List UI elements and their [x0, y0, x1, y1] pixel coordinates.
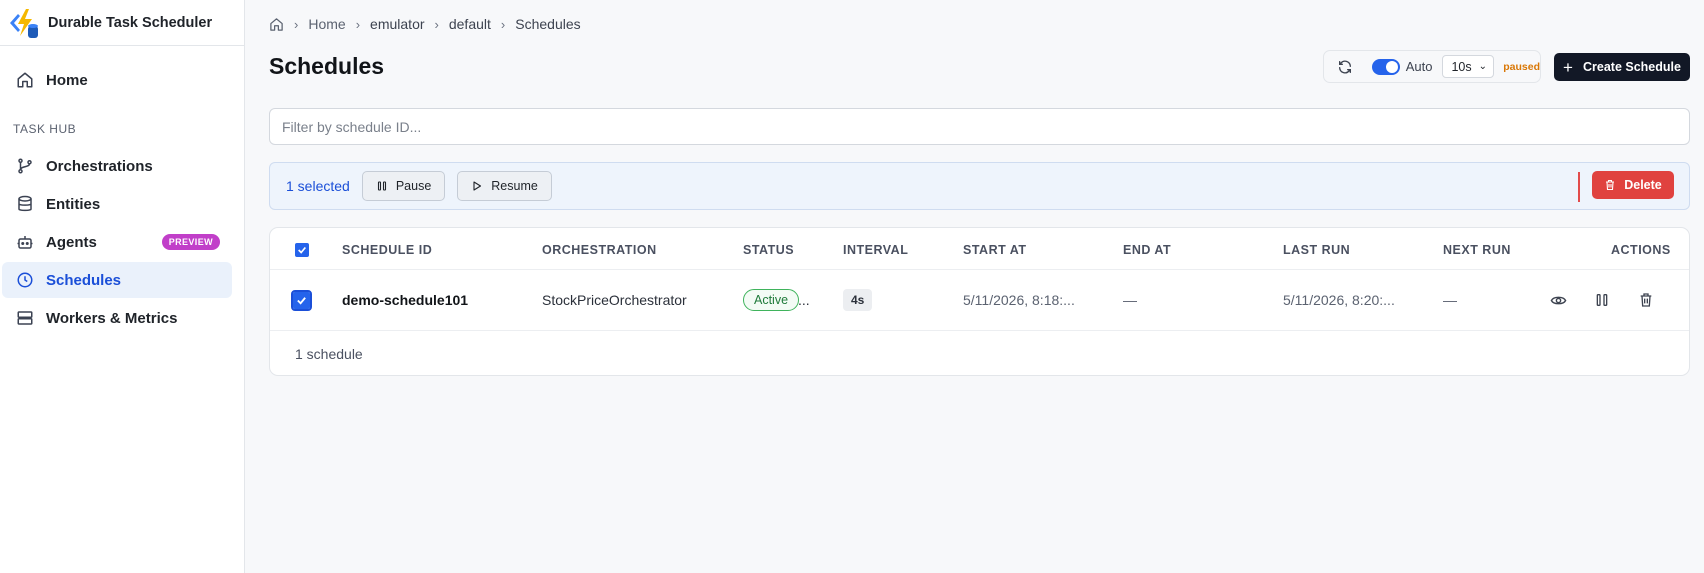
chevron-right-icon: › — [434, 16, 439, 32]
database-icon — [14, 193, 36, 215]
chevron-right-icon: › — [294, 16, 299, 32]
schedule-filter-input[interactable] — [269, 108, 1690, 145]
pause-button[interactable]: Pause — [361, 171, 446, 201]
eye-icon[interactable] — [1548, 290, 1568, 310]
table-header: SCHEDULE ID ORCHESTRATION STATUS INTERVA… — [270, 228, 1689, 270]
sidebar-item-label: Schedules — [46, 271, 122, 289]
page-title: Schedules — [269, 53, 385, 79]
selected-count: 1 selected — [286, 178, 350, 194]
sidebar: Durable Task Scheduler Home TASK HUB Orc… — [0, 0, 245, 573]
delete-label: Delete — [1624, 178, 1662, 192]
plus-icon: + — [1563, 57, 1573, 77]
branch-icon — [14, 155, 36, 177]
clock-icon — [14, 269, 36, 291]
sidebar-item-home[interactable]: Home — [2, 62, 232, 98]
server-icon — [14, 307, 36, 329]
home-icon — [14, 69, 36, 91]
table-row[interactable]: demo-schedule101 StockPriceOrchestrator … — [270, 270, 1689, 331]
chevron-down-icon: ⌄ — [1478, 61, 1488, 72]
cell-status-overflow: ... — [798, 292, 810, 308]
sidebar-item-agents[interactable]: Agents PREVIEW — [2, 224, 232, 260]
create-schedule-button[interactable]: + Create Schedule — [1554, 53, 1690, 81]
app-logo-icon — [10, 8, 38, 38]
breadcrumb: › Home › emulator › default › Schedules — [269, 16, 581, 32]
auto-label: Auto — [1405, 59, 1433, 74]
bot-icon — [14, 231, 36, 253]
interval-value: 10s — [1451, 59, 1472, 74]
column-header-start-at[interactable]: START AT — [963, 243, 1026, 257]
home-icon[interactable] — [269, 17, 284, 32]
schedule-count: 1 schedule — [295, 346, 363, 362]
app-title: Durable Task Scheduler — [48, 14, 213, 31]
brand[interactable]: Durable Task Scheduler — [0, 0, 244, 46]
section-label-task-hub: TASK HUB — [13, 122, 77, 136]
resume-label: Resume — [491, 179, 538, 193]
refresh-icon[interactable] — [1334, 56, 1356, 78]
divider — [1578, 172, 1580, 202]
column-header-actions: ACTIONS — [1611, 243, 1671, 257]
select-all-checkbox[interactable] — [295, 243, 309, 257]
column-header-status[interactable]: STATUS — [743, 243, 794, 257]
sidebar-item-orchestrations[interactable]: Orchestrations — [2, 148, 232, 184]
cell-next-run: — — [1443, 292, 1457, 308]
cell-start-at: 5/11/2026, 8:18:... — [963, 292, 1075, 308]
sidebar-item-label: Workers & Metrics — [46, 309, 178, 327]
cell-last-run: 5/11/2026, 8:20:... — [1283, 292, 1395, 308]
trash-icon[interactable] — [1636, 290, 1656, 310]
cell-schedule-id[interactable]: demo-schedule101 — [342, 292, 468, 308]
status-badge: Active — [743, 289, 800, 311]
breadcrumb-home[interactable]: Home — [308, 16, 345, 32]
column-header-interval[interactable]: INTERVAL — [843, 243, 908, 257]
pause-icon — [376, 180, 388, 192]
sidebar-item-entities[interactable]: Entities — [2, 186, 232, 222]
sidebar-item-label: Entities — [46, 195, 101, 213]
refresh-state-label: paused — [1503, 60, 1540, 73]
play-icon — [471, 180, 483, 192]
trash-icon — [1604, 179, 1616, 191]
sidebar-item-label: Agents — [46, 233, 97, 251]
breadcrumb-default[interactable]: default — [449, 16, 491, 32]
auto-refresh-toggle[interactable] — [1371, 58, 1400, 75]
preview-badge: PREVIEW — [161, 234, 220, 250]
auto-refresh-controls: Auto 10s ⌄ paused — [1323, 50, 1541, 83]
sidebar-item-schedules[interactable]: Schedules — [2, 262, 232, 298]
schedules-table: SCHEDULE ID ORCHESTRATION STATUS INTERVA… — [269, 227, 1690, 376]
cell-orchestration: StockPriceOrchestrator — [542, 292, 687, 308]
pause-icon[interactable] — [1592, 290, 1612, 310]
refresh-interval-select[interactable]: 10s ⌄ — [1442, 55, 1495, 78]
column-header-schedule-id[interactable]: SCHEDULE ID — [342, 243, 432, 257]
resume-button[interactable]: Resume — [457, 171, 552, 201]
bulk-action-bar: 1 selected Pause Resume Delete — [269, 162, 1690, 210]
column-header-last-run[interactable]: LAST RUN — [1283, 243, 1350, 257]
sidebar-item-workers-metrics[interactable]: Workers & Metrics — [2, 300, 232, 336]
column-header-orchestration[interactable]: ORCHESTRATION — [542, 243, 657, 257]
row-checkbox[interactable] — [291, 290, 312, 311]
create-schedule-label: Create Schedule — [1582, 60, 1681, 74]
breadcrumb-emulator[interactable]: emulator — [370, 16, 424, 32]
delete-button[interactable]: Delete — [1592, 171, 1674, 199]
sidebar-nav: Home TASK HUB Orchestrations Entities Ag… — [0, 46, 244, 346]
chevron-right-icon: › — [500, 16, 506, 32]
sidebar-item-label: Orchestrations — [46, 157, 153, 175]
column-header-end-at[interactable]: END AT — [1123, 243, 1171, 257]
cell-end-at: — — [1123, 292, 1137, 308]
cell-interval: 4s — [843, 289, 873, 311]
column-header-next-run[interactable]: NEXT RUN — [1443, 243, 1511, 257]
pause-label: Pause — [395, 179, 432, 193]
chevron-right-icon: › — [355, 16, 361, 32]
breadcrumb-current: Schedules — [515, 16, 581, 32]
sidebar-item-label: Home — [46, 71, 88, 89]
